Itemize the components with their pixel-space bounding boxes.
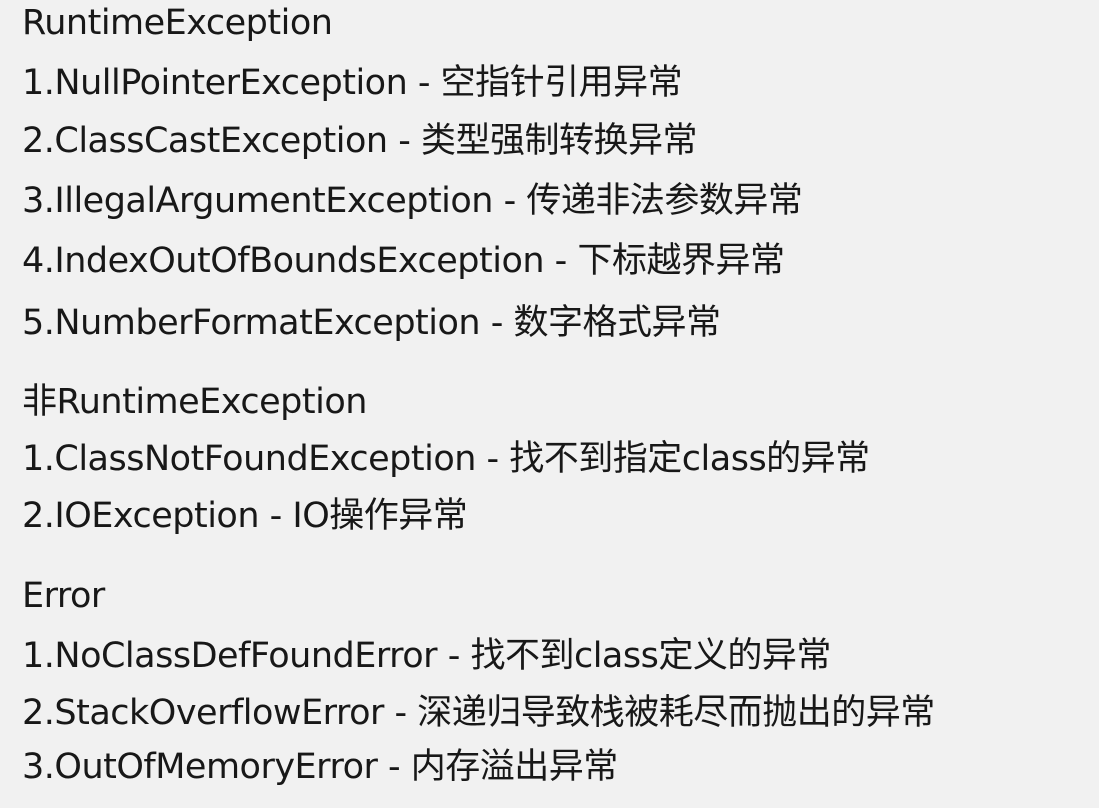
list-item: 5.NumberFormatException - 数字格式异常 [22,303,721,343]
list-item: 4.IndexOutOfBoundsException - 下标越界异常 [22,241,785,281]
section-heading-error: Error [22,576,105,616]
list-item: 3.IllegalArgumentException - 传递非法参数异常 [22,181,803,221]
list-item: 2.ClassCastException - 类型强制转换异常 [22,121,697,161]
list-item: 1.NoClassDefFoundError - 找不到class定义的异常 [22,636,831,676]
list-item: 3.OutOfMemoryError - 内存溢出异常 [22,747,618,787]
list-item: 2.StackOverflowError - 深递归导致栈被耗尽而抛出的异常 [22,693,935,733]
section-heading-non-runtime-exception: 非RuntimeException [22,382,367,422]
section-heading-runtime-exception: RuntimeException [22,3,333,43]
list-item: 1.ClassNotFoundException - 找不到指定class的异常 [22,439,870,479]
list-item: 1.NullPointerException - 空指针引用异常 [22,63,683,103]
list-item: 2.IOException - IO操作异常 [22,496,468,536]
exception-notes-document: RuntimeException 1.NullPointerException … [0,0,1099,808]
